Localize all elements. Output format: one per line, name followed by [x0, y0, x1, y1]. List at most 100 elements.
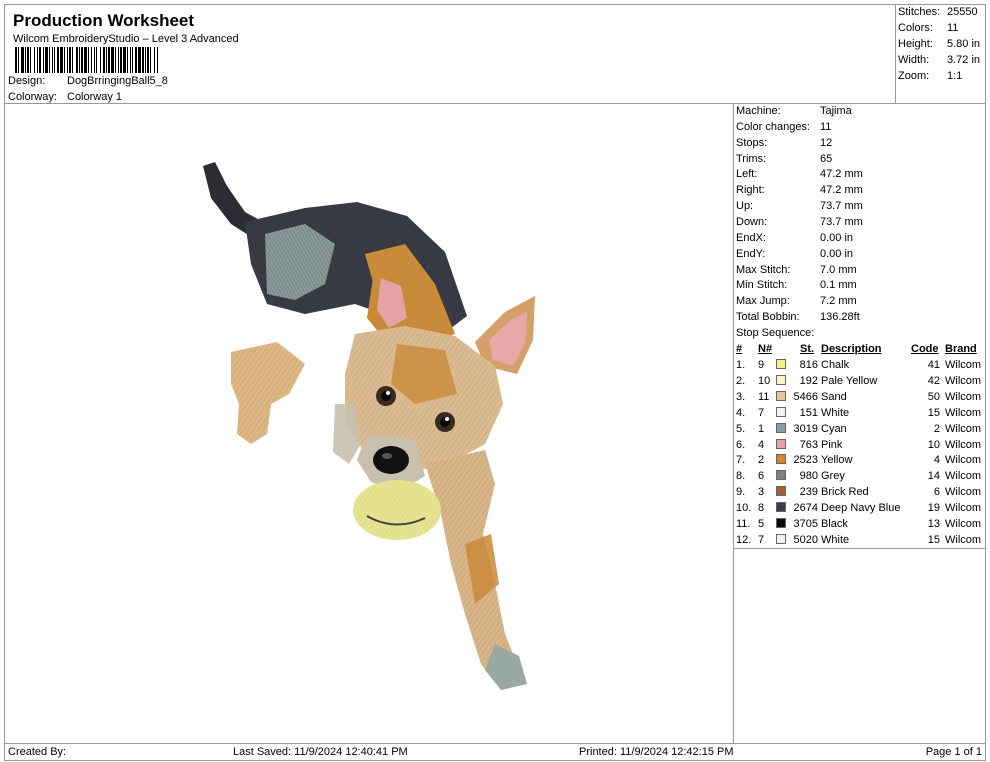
stat-value: 3.72 in — [947, 54, 981, 66]
stat-label: Stitches: — [898, 6, 941, 18]
seq-needle: 7 — [758, 533, 765, 546]
colorway-value: Colorway 1 — [67, 91, 123, 103]
design-preview — [4, 103, 734, 744]
seq-code: 10 — [927, 438, 940, 451]
stats-panel: Stitches: 25550 Colors: 11 Height: 5.80 in Wid… — [895, 4, 986, 104]
stat-value: 1:1 — [947, 70, 963, 82]
seq-code: 15 — [927, 533, 940, 546]
seq-code: 42 — [927, 374, 940, 387]
seq-brand: Wilcom — [945, 406, 982, 419]
stat-label: Zoom: — [898, 70, 930, 82]
seq-brand: Wilcom — [945, 454, 982, 467]
seq-stitches: 2674 — [793, 502, 818, 515]
machine-value: 73.7 mm — [820, 215, 863, 228]
seq-description: Sand — [821, 390, 847, 403]
seq-index: 8. — [736, 470, 746, 483]
stat-label: Height: — [898, 38, 933, 50]
machine-row: Max Jump: 7.2 mm — [734, 294, 985, 310]
dog-embroidery-image — [203, 162, 535, 690]
seq-brand: Wilcom — [945, 470, 982, 483]
seq-stitches: 2523 — [793, 454, 818, 467]
stat-row: Zoom: 1:1 — [896, 69, 985, 85]
stop-sequence-row: 6. 4 763 Pink 10 Wilcom — [734, 438, 985, 454]
seq-code: 2 — [933, 422, 940, 435]
seq-stitches: 192 — [799, 374, 818, 387]
seq-needle: 1 — [758, 422, 765, 435]
seq-stitches: 816 — [799, 359, 818, 371]
created-by: Created By: — [8, 746, 67, 758]
printed-date: Printed: 11/9/2024 12:42:15 PM — [579, 746, 734, 758]
machine-row: Machine: Tajima — [734, 104, 985, 120]
seq-stitches: 239 — [799, 486, 818, 499]
machine-value: 0.00 in — [820, 247, 854, 260]
seq-description: Black — [821, 518, 848, 530]
machine-row: Left: 47.2 mm — [734, 167, 985, 183]
seq-code: 4 — [933, 454, 940, 467]
machine-value: 65 — [820, 152, 833, 165]
seq-index: 11. — [736, 518, 751, 530]
stop-sequence-row: 10. 8 2674 Deep Navy Blue 19 Wilcom — [734, 501, 985, 517]
stop-sequence-title: Stop Sequence: — [736, 327, 815, 339]
seq-stitches: 5466 — [793, 390, 818, 403]
stop-sequence-row: 12. 7 5020 White 15 Wilcom — [734, 533, 985, 549]
machine-value: 0.1 mm — [820, 279, 857, 292]
stop-sequence-row: 7. 2 2523 Yellow 4 Wilcom — [734, 453, 985, 469]
seq-needle: 10 — [758, 374, 771, 387]
seq-description: Pale Yellow — [821, 374, 878, 387]
worksheet-footer: Created By: Last Saved: 11/9/2024 12:40:… — [4, 743, 986, 761]
machine-row: Total Bobbin: 136.28ft — [734, 310, 985, 326]
seq-description: White — [821, 533, 850, 546]
seq-needle: 11 — [758, 390, 770, 403]
machine-label: Total Bobbin: — [736, 311, 800, 324]
page-title: Production Worksheet — [13, 11, 195, 30]
stop-sequence-row: 8. 6 980 Grey 14 Wilcom — [734, 469, 985, 485]
seq-index: 6. — [736, 438, 746, 451]
stop-sequence-row: 2. 10 192 Pale Yellow 42 Wilcom — [734, 374, 985, 390]
machine-label: Color changes: — [736, 120, 810, 133]
seq-needle: 2 — [758, 454, 765, 467]
machine-value: 136.28ft — [820, 311, 860, 324]
machine-label: Left: — [736, 168, 758, 181]
machine-row: Min Stitch: 0.1 mm — [734, 278, 985, 294]
seq-description: Brick Red — [821, 486, 869, 499]
machine-value: 0.00 in — [820, 231, 854, 244]
machine-label: Trims: — [736, 152, 767, 165]
stop-sequence-row: 5. 1 3019 Cyan 2 Wilcom — [734, 422, 985, 438]
machine-row: Up: 73.7 mm — [734, 199, 985, 215]
colorway-label: Colorway: — [8, 91, 57, 103]
machine-row: Down: 73.7 mm — [734, 215, 985, 231]
seq-needle: 4 — [758, 438, 765, 451]
machine-value: 47.2 mm — [820, 168, 863, 181]
details-panel: Machine: Tajima Color changes: 11 Stops: 12 Tr… — [733, 103, 986, 744]
stat-row: Stitches: 25550 — [896, 5, 985, 21]
seq-index: 10. — [736, 502, 752, 515]
machine-label: Machine: — [736, 105, 781, 117]
seq-index: 4. — [736, 406, 746, 419]
machine-label: EndX: — [736, 231, 766, 244]
machine-label: EndY: — [736, 247, 766, 260]
last-saved: Last Saved: 11/9/2024 12:40:41 PM — [233, 746, 408, 758]
divider — [734, 548, 985, 549]
stat-value: 25550 — [947, 6, 978, 18]
stop-sequence-row: 3. 11 5466 Sand 50 Wilcom — [734, 390, 985, 406]
stat-value: 5.80 in — [947, 38, 981, 50]
machine-value: Tajima — [820, 105, 852, 117]
seq-description: Chalk — [821, 359, 850, 371]
seq-stitches: 151 — [799, 406, 818, 419]
page-number: Page 1 of 1 — [925, 746, 982, 758]
seq-brand: Wilcom — [945, 502, 982, 515]
machine-label: Down: — [736, 215, 768, 228]
seq-description: Pink — [821, 438, 843, 451]
seq-description: Cyan — [821, 422, 847, 435]
stop-sequence-row: 4. 7 151 White 15 Wilcom — [734, 406, 985, 422]
seq-brand: Wilcom — [945, 359, 982, 371]
stop-sequence-header: # N# St. Description Code Brand — [736, 343, 977, 355]
machine-row: EndX: 0.00 in — [734, 231, 985, 247]
stat-row: Colors: 11 — [896, 21, 985, 37]
stop-sequence-row: 9. 3 239 Brick Red 6 Wilcom — [734, 485, 985, 501]
barcode — [15, 47, 273, 73]
machine-value: 7.2 mm — [820, 295, 857, 308]
worksheet-header: Production Worksheet Wilcom EmbroiderySt… — [4, 4, 896, 104]
machine-row: Max Stitch: 7.0 mm — [734, 263, 985, 279]
seq-stitches: 980 — [799, 470, 818, 483]
